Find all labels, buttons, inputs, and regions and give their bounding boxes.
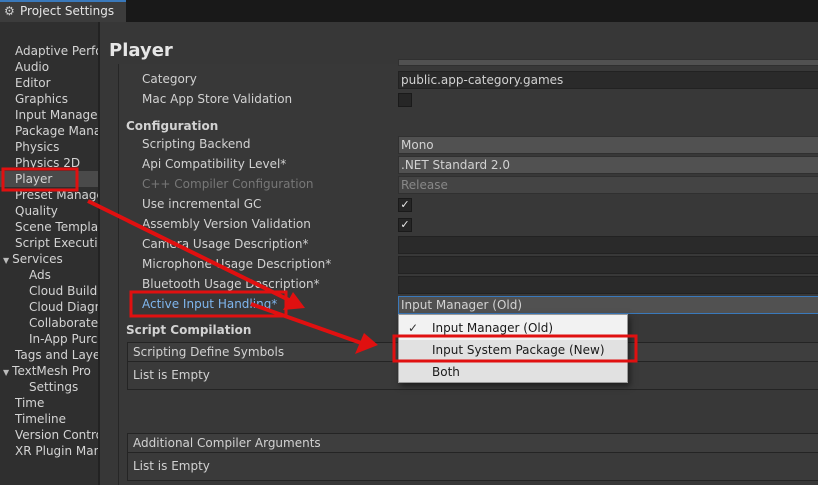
gear-icon: ⚙ [4, 4, 15, 18]
settings-sidebar: Adaptive Performance Audio Editor Graphi… [0, 22, 98, 485]
sidebar-item-quality[interactable]: Quality [0, 203, 98, 219]
mac-store-validation-checkbox[interactable] [398, 93, 412, 107]
scrolled-field-partial [398, 59, 818, 66]
sidebar-item-xr-plugin-management[interactable]: XR Plugin Management [0, 443, 98, 459]
expand-arrow-icon[interactable]: ▼ [3, 368, 9, 377]
sidebar-item-physics-2d[interactable]: Physics 2D [0, 155, 98, 171]
bluetooth-usage-label: Bluetooth Usage Description* [142, 277, 320, 291]
microphone-usage-field[interactable] [398, 256, 818, 274]
category-label: Category [142, 72, 197, 86]
microphone-usage-label: Microphone Usage Description* [142, 257, 332, 271]
camera-usage-label: Camera Usage Description* [142, 237, 309, 251]
sidebar-item-time[interactable]: Time [0, 395, 98, 411]
title-bar: ⚙ Project Settings [0, 0, 818, 22]
scripting-backend-dropdown[interactable]: Mono [398, 136, 818, 154]
api-compatibility-dropdown[interactable]: .NET Standard 2.0 [398, 156, 818, 174]
sidebar-item-package-manager[interactable]: Package Manager [0, 123, 98, 139]
option-input-manager-old[interactable]: ✓ Input Manager (Old) [399, 318, 627, 338]
sidebar-item-cloud-diagnostics[interactable]: Cloud Diagnostics [0, 299, 98, 315]
configuration-header: Configuration [126, 119, 219, 133]
active-input-handling-label: Active Input Handling* [142, 297, 278, 311]
sidebar-item-preset-manager[interactable]: Preset Manager [0, 187, 98, 203]
sidebar-item-physics[interactable]: Physics [0, 139, 98, 155]
incremental-gc-label: Use incremental GC [142, 197, 262, 211]
mac-store-validation-label: Mac App Store Validation [142, 92, 293, 106]
bluetooth-usage-field[interactable] [398, 276, 818, 294]
sidebar-item-textmesh-pro[interactable]: ▼ TextMesh Pro [0, 363, 98, 379]
script-compilation-header: Script Compilation [126, 323, 252, 337]
cpp-compiler-config-dropdown: Release [398, 176, 818, 194]
page-title: Player [109, 40, 173, 61]
compiler-args-list: List is Empty [127, 453, 818, 481]
settings-scroll-view[interactable]: Category public.app-category.games Mac A… [118, 59, 818, 485]
active-input-handling-dropdown[interactable]: Input Manager (Old) [398, 296, 818, 314]
camera-usage-field[interactable] [398, 236, 818, 254]
sidebar-item-script-execution-order[interactable]: Script Execution Order [0, 235, 98, 251]
scripting-backend-label: Scripting Backend [142, 137, 251, 151]
sidebar-item-editor[interactable]: Editor [0, 75, 98, 91]
sidebar-item-collaborate[interactable]: Collaborate [0, 315, 98, 331]
sidebar-item-timeline[interactable]: Timeline [0, 411, 98, 427]
sidebar-item-adaptive-performance[interactable]: Adaptive Performance [0, 43, 98, 59]
api-compatibility-label: Api Compatibility Level* [142, 157, 287, 171]
sidebar-item-services[interactable]: ▼ Services [0, 251, 98, 267]
check-icon: ✓ [408, 321, 419, 335]
sidebar-item-input-manager[interactable]: Input Manager [0, 107, 98, 123]
sidebar-item-audio[interactable]: Audio [0, 59, 98, 75]
input-handling-popup: ✓ Input Manager (Old) Input System Packa… [398, 314, 628, 383]
window-title: Project Settings [20, 4, 115, 18]
sidebar-item-cloud-build[interactable]: Cloud Build [0, 283, 98, 299]
sidebar-item-version-control[interactable]: Version Control [0, 427, 98, 443]
sidebar-item-player[interactable]: Player [0, 171, 98, 187]
sidebar-item-in-app-purchasing[interactable]: In-App Purchasing [0, 331, 98, 347]
sidebar-item-tags-and-layers[interactable]: Tags and Layers [0, 347, 98, 363]
sidebar-item-ads[interactable]: Ads [0, 267, 98, 283]
compiler-args-header[interactable]: Additional Compiler Arguments [127, 433, 818, 453]
category-field[interactable]: public.app-category.games [398, 71, 818, 89]
option-input-system-package-new[interactable]: Input System Package (New) [399, 340, 627, 360]
cpp-compiler-config-label: C++ Compiler Configuration [142, 177, 314, 191]
project-settings-tab[interactable]: ⚙ Project Settings [0, 0, 126, 22]
player-settings-panel: Player Category public.app-category.game… [100, 22, 818, 485]
assembly-version-validation-label: Assembly Version Validation [142, 217, 311, 231]
option-both[interactable]: Both [399, 362, 627, 382]
expand-arrow-icon[interactable]: ▼ [3, 256, 9, 265]
sidebar-item-graphics[interactable]: Graphics [0, 91, 98, 107]
assembly-version-validation-checkbox[interactable]: ✓ [398, 218, 412, 232]
incremental-gc-checkbox[interactable]: ✓ [398, 198, 412, 212]
sidebar-item-settings[interactable]: Settings [0, 379, 98, 395]
sidebar-item-scene-template[interactable]: Scene Template [0, 219, 98, 235]
